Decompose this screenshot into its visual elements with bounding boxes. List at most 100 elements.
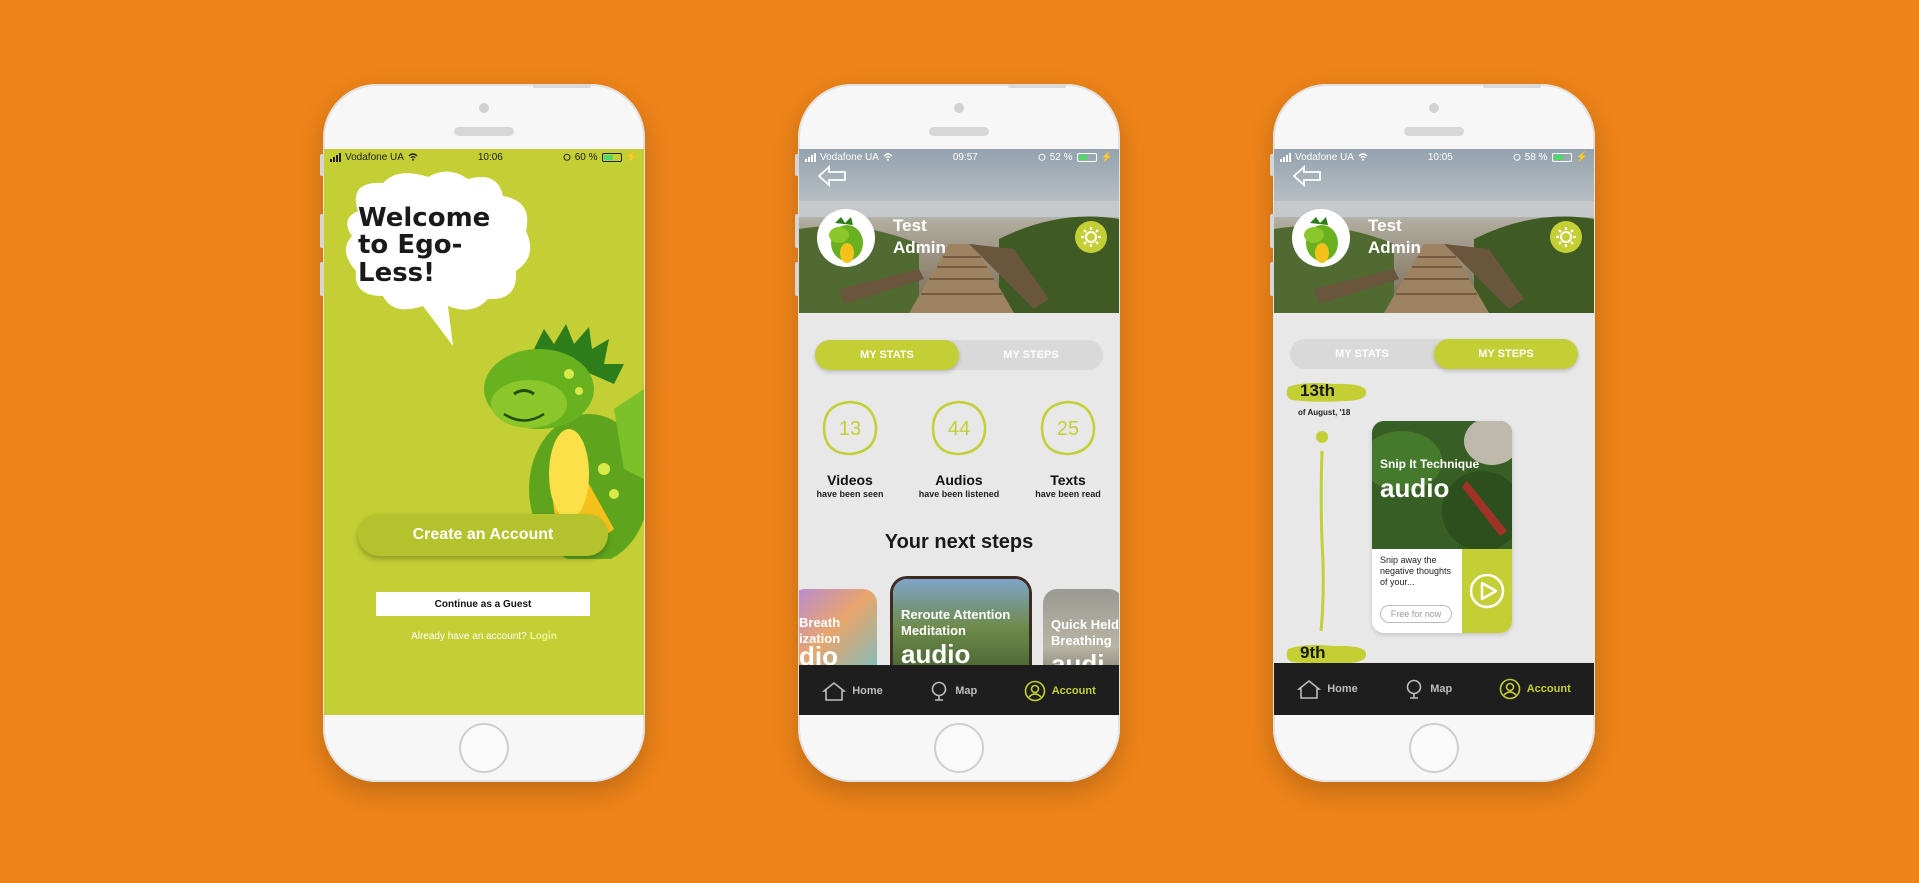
status-bar: Vodafone UA 10:06 60 % ⚡ [324, 149, 644, 165]
wifi-icon [1358, 153, 1368, 161]
stat-label: Texts [1050, 472, 1086, 488]
battery-icon [1551, 152, 1572, 162]
settings-gear-icon[interactable] [1550, 221, 1582, 253]
account-steps-screen: Vodafone UA 10:05 58 % ⚡ Test Admin MY S… [1274, 149, 1594, 715]
nav-map[interactable]: Map [1404, 679, 1452, 699]
timeline-date: 13th [1300, 381, 1335, 400]
wifi-icon [883, 153, 893, 161]
phone-my-stats: Vodafone UA 09:57 52 % ⚡ Test Admin MY S… [795, 84, 1120, 782]
charging-icon: ⚡ [1575, 151, 1588, 163]
battery-icon [601, 152, 622, 162]
card-title: Quick Held Breathing [1051, 617, 1119, 648]
nav-label: Map [955, 685, 978, 697]
alarm-icon [1038, 153, 1046, 161]
tab-my-stats[interactable]: MY STATS [815, 340, 959, 370]
date-highlight [1286, 645, 1367, 664]
card-title: Reroute Attention Meditation [901, 607, 1011, 638]
stat-value: 13 [839, 418, 861, 440]
stats-steps-tabs: MY STATS MY STEPS [815, 340, 1103, 370]
phone-speaker [1404, 127, 1464, 136]
stat-sublabel: have been seen [816, 489, 884, 499]
timeline-line [1316, 431, 1328, 631]
user-name: Test Admin [893, 216, 946, 258]
battery-icon [1076, 152, 1097, 162]
charging-icon: ⚡ [1100, 151, 1113, 163]
phone-speaker [929, 127, 989, 136]
settings-gear-icon[interactable] [1075, 221, 1107, 253]
home-icon [822, 681, 847, 701]
alarm-icon [1513, 153, 1521, 161]
nav-account[interactable]: Account [1024, 680, 1096, 702]
battery-percent: 52 % [1049, 151, 1073, 163]
wifi-icon [408, 153, 418, 161]
login-prompt-text: Already have an account? [411, 631, 527, 642]
globe-icon [1406, 679, 1422, 699]
account-icon [1499, 678, 1521, 700]
home-button[interactable] [1409, 723, 1459, 773]
stat-circle: 25 [1040, 400, 1096, 456]
carrier-label: Vodafone UA [1295, 151, 1354, 163]
status-bar: Vodafone UA 09:57 52 % ⚡ [799, 149, 1119, 165]
nav-label: Map [1430, 683, 1453, 695]
charging-icon: ⚡ [625, 151, 638, 163]
welcome-title: Welcome to Ego-Less! [358, 203, 491, 288]
login-link[interactable]: Login [530, 631, 557, 642]
phone-camera [479, 103, 489, 113]
stat-audios: 44 Audios have been listened [914, 399, 1004, 499]
phone-top-button [533, 84, 591, 88]
home-button[interactable] [459, 723, 509, 773]
account-icon [1024, 680, 1046, 702]
nav-label: Account [1051, 685, 1096, 697]
signal-icon [1280, 152, 1291, 162]
phone-camera [954, 103, 964, 113]
carrier-label: Vodafone UA [345, 151, 404, 163]
status-time: 10:06 [477, 151, 503, 163]
home-button[interactable] [934, 723, 984, 773]
play-button[interactable] [1462, 549, 1512, 633]
continue-as-guest-button[interactable]: Continue as a Guest [376, 592, 590, 616]
battery-percent: 58 % [1524, 151, 1548, 163]
stat-videos: 13 Videos have been seen [805, 399, 895, 499]
tab-my-stats[interactable]: MY STATS [1290, 339, 1434, 369]
signal-icon [805, 152, 816, 162]
phone-top-button [1483, 84, 1541, 88]
nav-home[interactable]: Home [1297, 679, 1358, 699]
stat-label: Videos [827, 472, 873, 488]
step-card[interactable]: Snip It Technique audio Snip away the ne… [1372, 421, 1512, 633]
next-steps-heading: Your next steps [884, 531, 1034, 553]
status-bar: Vodafone UA 10:05 58 % ⚡ [1274, 149, 1594, 165]
back-arrow-icon[interactable] [1292, 165, 1322, 187]
timeline-date-sub: of August, '18 [1298, 408, 1351, 417]
bottom-nav: Home Map Account [799, 665, 1119, 715]
status-time: 10:05 [1427, 151, 1453, 163]
tab-my-steps[interactable]: MY STEPS [1434, 339, 1578, 369]
stat-texts: 25 Texts have been read [1023, 399, 1113, 499]
stat-circle: 13 [822, 400, 878, 456]
step-description: Snip away the negative thoughts of your.… [1380, 555, 1452, 587]
bottom-nav: Home Map Account [1274, 663, 1594, 715]
step-type: audio [1380, 473, 1450, 503]
nav-label: Account [1526, 683, 1571, 695]
nav-map[interactable]: Map [929, 681, 977, 701]
avatar [817, 209, 875, 267]
nav-home[interactable]: Home [822, 681, 883, 701]
stat-value: 44 [948, 418, 970, 440]
login-prompt-row: Already have an account? Login [324, 631, 644, 642]
back-arrow-icon[interactable] [817, 165, 847, 187]
phone-camera [1429, 103, 1439, 113]
welcome-screen: Vodafone UA 10:06 60 % ⚡ Welcome to Ego-… [324, 149, 644, 715]
create-account-button[interactable]: Create an Account [358, 514, 608, 556]
stat-value: 25 [1057, 418, 1079, 440]
stat-label: Audios [935, 472, 983, 488]
nav-label: Home [852, 685, 883, 697]
phone-top-button [1008, 84, 1066, 88]
play-icon [1469, 573, 1505, 609]
step-title: Snip It Technique [1380, 457, 1480, 471]
nav-account[interactable]: Account [1499, 678, 1571, 700]
phone-my-steps: Vodafone UA 10:05 58 % ⚡ Test Admin MY S… [1270, 84, 1595, 782]
tab-my-steps[interactable]: MY STEPS [959, 340, 1103, 370]
user-name: Test Admin [1368, 216, 1421, 258]
avatar [1292, 209, 1350, 267]
battery-percent: 60 % [574, 151, 598, 163]
free-badge: Free for now [1380, 605, 1452, 623]
